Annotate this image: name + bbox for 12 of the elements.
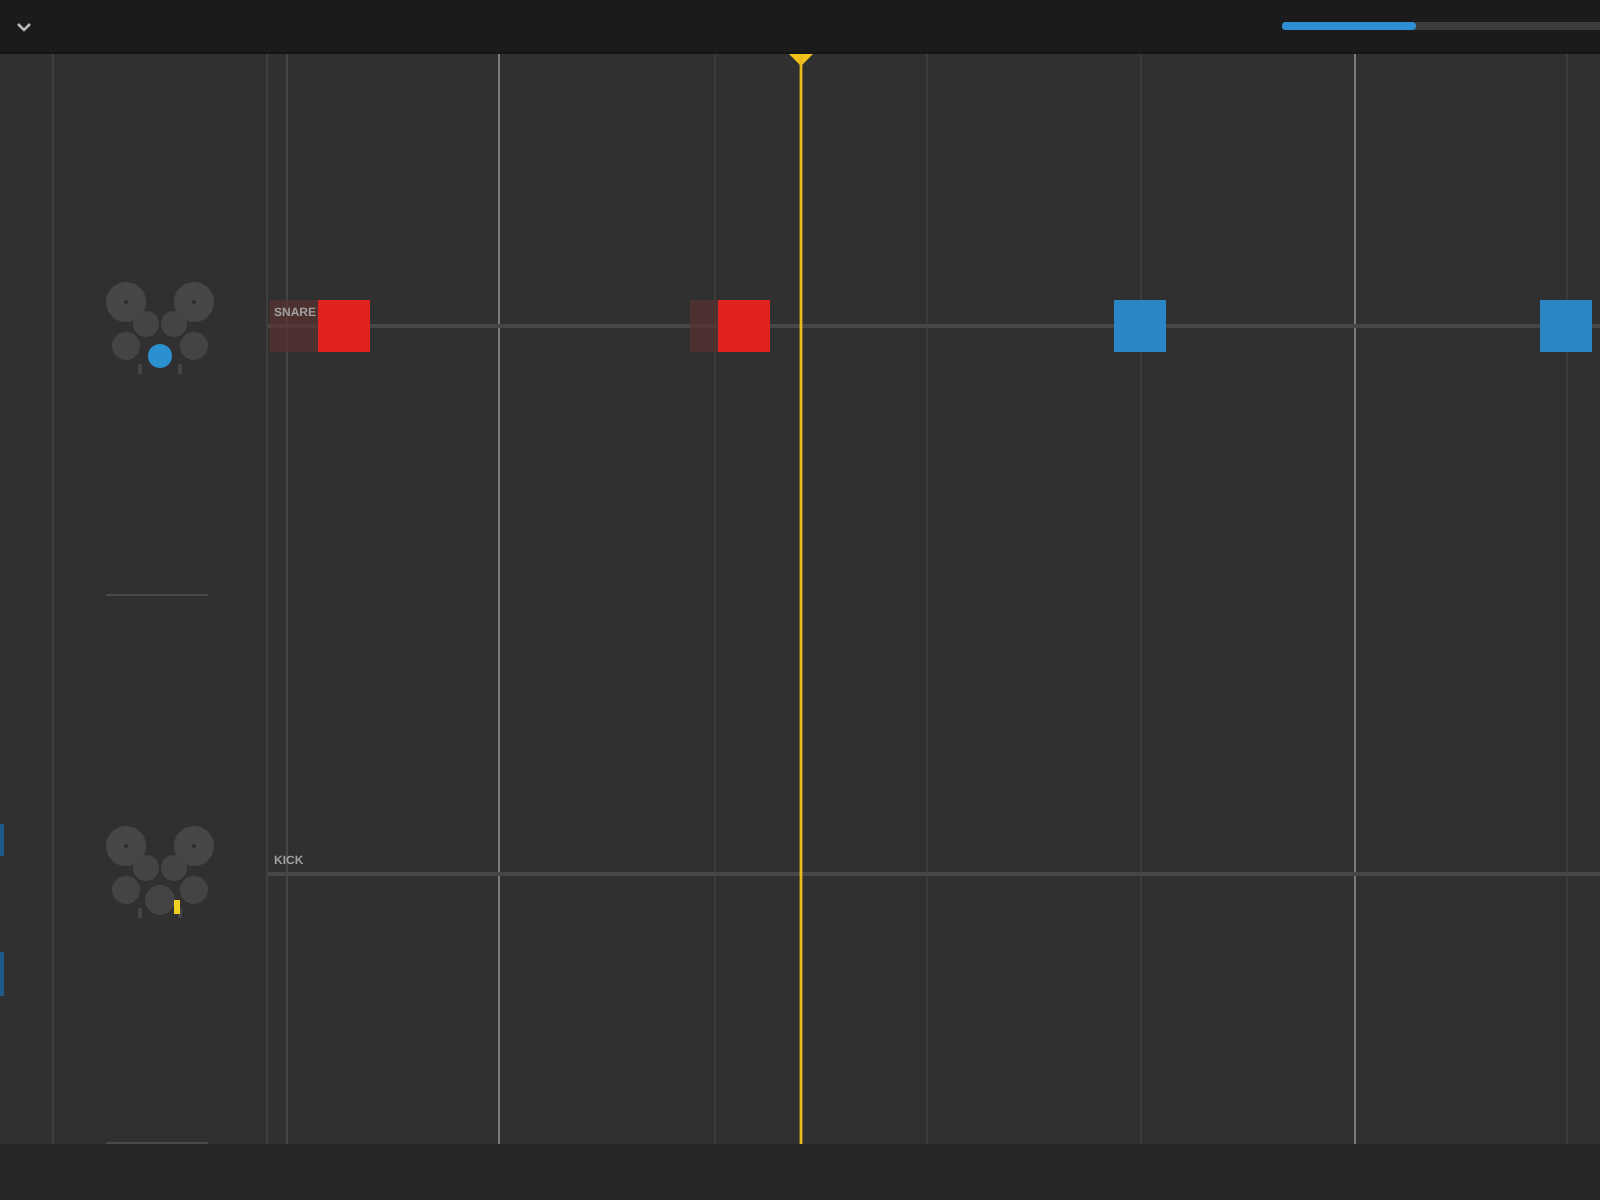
edge-marker <box>0 824 4 856</box>
playhead[interactable] <box>788 54 814 1144</box>
note-trail <box>270 300 318 352</box>
note-trail <box>690 300 718 352</box>
note-block[interactable] <box>718 300 770 352</box>
note-block[interactable] <box>1540 300 1592 352</box>
drum-kit-icon <box>104 277 216 373</box>
chevron-down-icon[interactable] <box>16 21 32 31</box>
edge-marker <box>0 952 4 996</box>
note-block[interactable] <box>318 300 370 352</box>
note-block[interactable] <box>1114 300 1166 352</box>
drum-kit-icon <box>104 822 216 918</box>
